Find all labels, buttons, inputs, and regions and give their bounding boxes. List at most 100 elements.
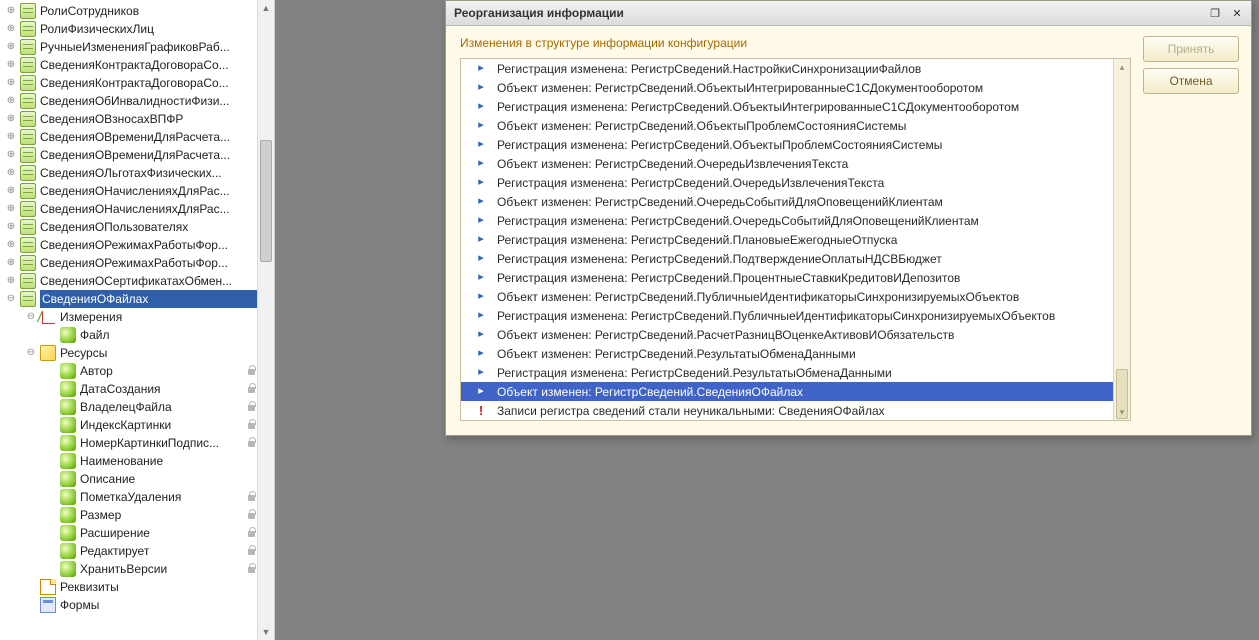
tree-node[interactable]: ⊕СведенияКонтрактаДоговораСо... (4, 74, 274, 92)
expand-icon[interactable]: ⊕ (4, 40, 18, 54)
expand-icon[interactable]: ⊕ (4, 76, 18, 90)
config-tree[interactable]: ⊕РолиСотрудников⊕РолиФизическихЛиц⊕Ручны… (0, 0, 274, 618)
bullet-icon (60, 399, 76, 415)
change-row[interactable]: ▸Регистрация изменена: РегистрСведений.О… (461, 173, 1113, 192)
expand-icon[interactable]: ⊕ (4, 166, 18, 180)
tree-node[interactable]: Расширение (4, 524, 274, 542)
list-scroll-up-icon[interactable]: ▴ (1114, 59, 1130, 75)
change-row[interactable]: ▸Регистрация изменена: РегистрСведений.О… (461, 211, 1113, 230)
expand-icon[interactable]: ⊕ (4, 58, 18, 72)
scroll-thumb[interactable] (260, 140, 272, 262)
dim-icon (40, 309, 56, 325)
tree-node[interactable]: ⊖СведенияОФайлах (4, 290, 274, 308)
change-row[interactable]: ▸Объект изменен: РегистрСведений.Очередь… (461, 154, 1113, 173)
expand-icon[interactable]: ⊕ (4, 202, 18, 216)
tree-node[interactable]: Файл (4, 326, 274, 344)
tree-node[interactable]: ⊕СведенияОбИнвалидностиФизи... (4, 92, 274, 110)
change-row-text: Регистрация изменена: РегистрСведений.Пр… (497, 271, 960, 285)
change-row[interactable]: ▸Объект изменен: РегистрСведений.Очередь… (461, 192, 1113, 211)
arrow-icon: ▸ (475, 196, 487, 208)
collapse-icon[interactable]: ⊖ (24, 346, 38, 360)
tree-node[interactable]: ⊕СведенияОЛьготахФизических... (4, 164, 274, 182)
tree-node-label: Наименование (80, 452, 274, 470)
change-row[interactable]: ▸Регистрация изменена: РегистрСведений.Н… (461, 59, 1113, 78)
change-row-text: Регистрация изменена: РегистрСведений.По… (497, 252, 942, 266)
tree-node[interactable]: ⊕ РучныеИзмененияГрафиковРаб... (4, 38, 274, 56)
arrow-icon: ▸ (475, 367, 487, 379)
reg-icon (20, 3, 36, 19)
change-row[interactable]: ▸Объект изменен: РегистрСведений.Сведени… (461, 382, 1113, 401)
tree-node[interactable]: ДатаСоздания (4, 380, 274, 398)
scroll-up-icon[interactable]: ▲ (258, 0, 274, 16)
change-row[interactable]: ▸Объект изменен: РегистрСведений.Результ… (461, 344, 1113, 363)
tree-node[interactable]: ⊕СведенияОВзносахВПФР (4, 110, 274, 128)
expand-icon[interactable]: ⊕ (4, 184, 18, 198)
change-row[interactable]: ▸Объект изменен: РегистрСведений.Публичн… (461, 287, 1113, 306)
tree-node[interactable]: ⊕СведенияОНачисленияхДляРас... (4, 200, 274, 218)
expand-icon[interactable]: ⊕ (4, 220, 18, 234)
tree-node[interactable]: ⊕СведенияОСертификатахОбмен... (4, 272, 274, 290)
tree-node[interactable]: ⊕СведенияОНачисленияхДляРас... (4, 182, 274, 200)
tree-scrollbar[interactable]: ▲ ▼ (257, 0, 274, 640)
expand-icon[interactable]: ⊕ (4, 94, 18, 108)
expand-icon[interactable]: ⊕ (4, 130, 18, 144)
scroll-down-icon[interactable]: ▼ (258, 624, 274, 640)
change-row[interactable]: !Записи регистра сведений стали неуникал… (461, 401, 1113, 420)
change-row[interactable]: ▸Объект изменен: РегистрСведений.РасчетР… (461, 325, 1113, 344)
change-row[interactable]: ▸Объект изменен: РегистрСведений.Объекты… (461, 78, 1113, 97)
tree-node-label: РучныеИзмененияГрафиковРаб... (40, 38, 260, 56)
expand-icon[interactable]: ⊕ (4, 256, 18, 270)
tree-node[interactable]: Размер (4, 506, 274, 524)
change-row[interactable]: ▸Регистрация изменена: РегистрСведений.П… (461, 306, 1113, 325)
tree-node[interactable]: ⊖Ресурсы (4, 344, 274, 362)
tree-node[interactable]: Формы (4, 596, 274, 614)
bullet-icon (60, 471, 76, 487)
expand-icon[interactable]: ⊕ (4, 274, 18, 288)
tree-node[interactable]: ⊕ СведенияОРежимахРаботыФор... (4, 254, 274, 272)
restore-button[interactable]: ❐ (1205, 4, 1225, 22)
tree-node[interactable]: Редактирует (4, 542, 274, 560)
bullet-icon (60, 561, 76, 577)
change-row-text: Объект изменен: РегистрСведений.ОчередьИ… (497, 157, 848, 171)
change-row[interactable]: ▸Регистрация изменена: РегистрСведений.П… (461, 268, 1113, 287)
tree-node[interactable]: ⊕СведенияОРежимахРаботыФор... (4, 236, 274, 254)
expand-icon[interactable]: ⊕ (4, 22, 18, 36)
tree-node[interactable]: ⊕СведенияКонтрактаДоговораСо... (4, 56, 274, 74)
changes-list[interactable]: ▸Регистрация изменена: РегистрСведений.Н… (461, 59, 1113, 420)
collapse-icon[interactable]: ⊖ (4, 292, 18, 306)
tree-node[interactable]: ⊖Измерения (4, 308, 274, 326)
tree-node-label: СведенияОРежимахРаботыФор... (40, 254, 260, 272)
change-row[interactable]: ▸Регистрация изменена: РегистрСведений.Р… (461, 363, 1113, 382)
list-scrollbar[interactable]: ▴ ▾ (1113, 59, 1130, 420)
change-row[interactable]: ▸Регистрация изменена: РегистрСведений.П… (461, 230, 1113, 249)
collapse-icon[interactable]: ⊖ (24, 310, 38, 324)
tree-node[interactable]: ⊕РолиФизическихЛиц (4, 20, 274, 38)
tree-node[interactable]: ⊕СведенияОПользователях (4, 218, 274, 236)
tree-node[interactable]: ВладелецФайла (4, 398, 274, 416)
expand-icon[interactable]: ⊕ (4, 4, 18, 18)
tree-node[interactable]: ⊕СведенияОВремениДляРасчета... (4, 128, 274, 146)
expand-icon[interactable]: ⊕ (4, 148, 18, 162)
list-scroll-down-icon[interactable]: ▾ (1114, 404, 1130, 420)
change-row[interactable]: ▸Регистрация изменена: РегистрСведений.О… (461, 135, 1113, 154)
expand-icon[interactable]: ⊕ (4, 238, 18, 252)
tree-node[interactable]: ХранитьВерсии (4, 560, 274, 578)
tree-node[interactable]: Реквизиты (4, 578, 274, 596)
dialog-titlebar[interactable]: Реорганизация информации ❐ ✕ (446, 1, 1251, 26)
expand-icon[interactable]: ⊕ (4, 112, 18, 126)
accept-button[interactable]: Принять (1143, 36, 1239, 62)
tree-node[interactable]: ⊕СведенияОВремениДляРасчета... (4, 146, 274, 164)
close-button[interactable]: ✕ (1227, 4, 1247, 22)
tree-node[interactable]: НомерКартинкиПодпис... (4, 434, 274, 452)
tree-node[interactable]: Описание (4, 470, 274, 488)
change-row[interactable]: ▸Регистрация изменена: РегистрСведений.П… (461, 249, 1113, 268)
cancel-button[interactable]: Отмена (1143, 68, 1239, 94)
change-row[interactable]: ▸Регистрация изменена: РегистрСведений.О… (461, 97, 1113, 116)
tree-node[interactable]: Автор (4, 362, 274, 380)
tree-node[interactable]: ⊕РолиСотрудников (4, 2, 274, 20)
tree-node[interactable]: Наименование (4, 452, 274, 470)
tree-node[interactable]: ИндексКартинки (4, 416, 274, 434)
reg-icon (20, 255, 36, 271)
tree-node[interactable]: ПометкаУдаления (4, 488, 274, 506)
change-row[interactable]: ▸Объект изменен: РегистрСведений.Объекты… (461, 116, 1113, 135)
